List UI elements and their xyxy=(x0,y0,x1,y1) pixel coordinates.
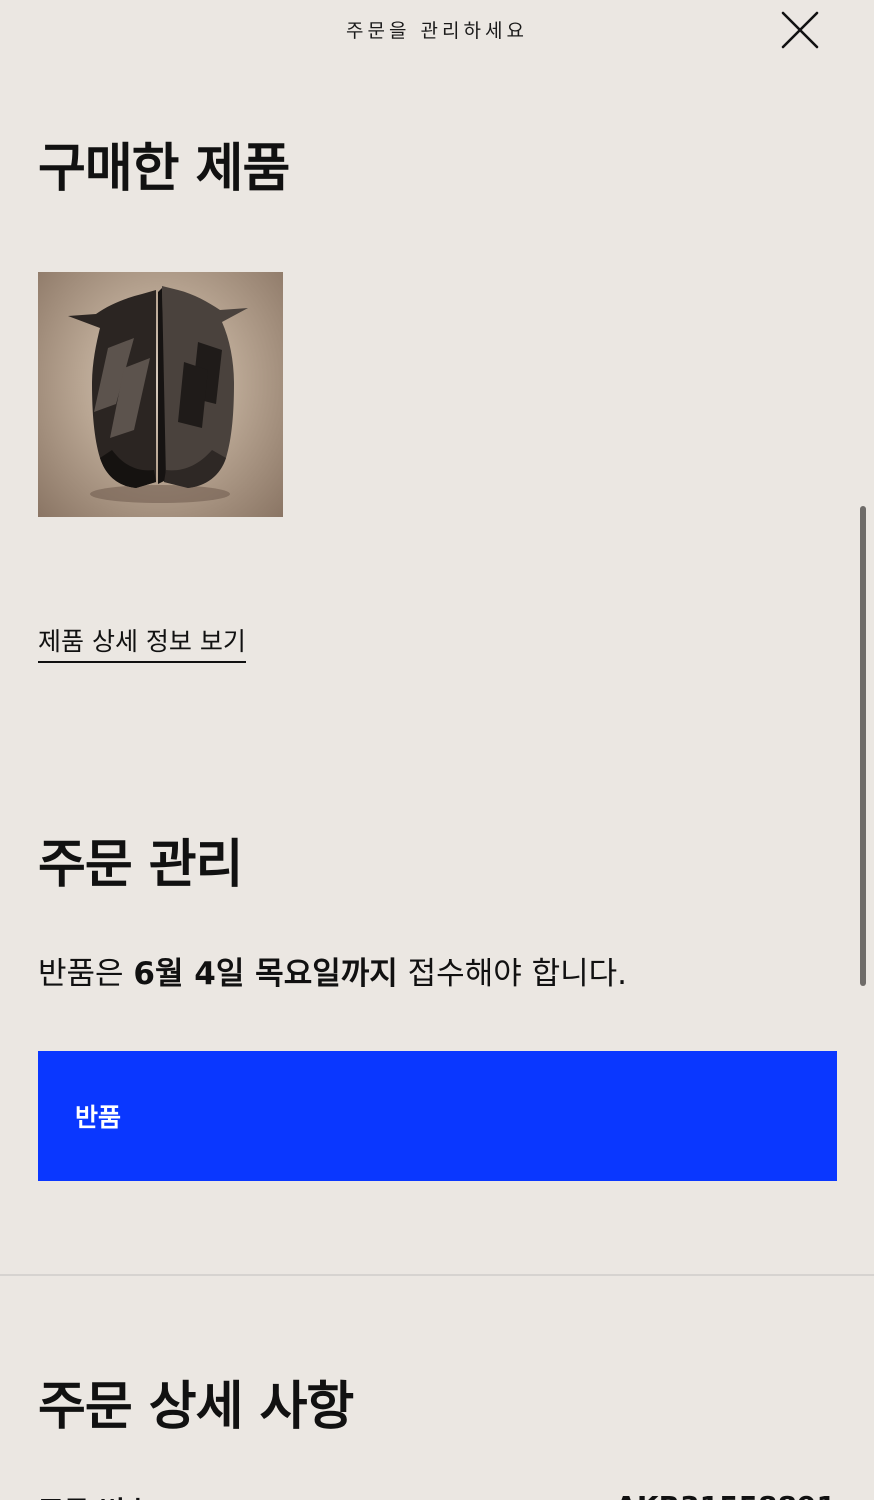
view-product-details-link[interactable]: 제품 상세 정보 보기 xyxy=(38,622,246,663)
order-number-label: 주문 번호 xyxy=(38,1490,151,1500)
close-button[interactable] xyxy=(780,10,820,50)
order-number-row: 주문 번호 AKR31558891 xyxy=(38,1490,836,1500)
order-number-value: AKR31558891 xyxy=(615,1490,836,1500)
product-image[interactable] xyxy=(38,272,283,517)
section-divider xyxy=(0,1274,874,1276)
return-deadline-note: 반품은 6월 4일 목요일까지 접수해야 합니다. xyxy=(38,948,627,993)
scrollbar-thumb[interactable] xyxy=(860,506,866,986)
sneaker-icon xyxy=(68,286,248,503)
purchased-products-heading: 구매한 제품 xyxy=(38,139,290,199)
return-note-prefix: 반품은 xyxy=(38,956,134,992)
order-details-heading: 주문 상세 사항 xyxy=(38,1377,354,1437)
return-button[interactable]: 반품 xyxy=(38,1051,837,1181)
manage-order-heading: 주문 관리 xyxy=(38,835,243,895)
return-note-suffix: 접수해야 합니다. xyxy=(397,956,627,992)
page-header-title: 주문을 관리하세요 xyxy=(346,20,528,42)
close-icon xyxy=(781,11,819,49)
return-deadline-date: 6월 4일 목요일까지 xyxy=(133,956,398,992)
